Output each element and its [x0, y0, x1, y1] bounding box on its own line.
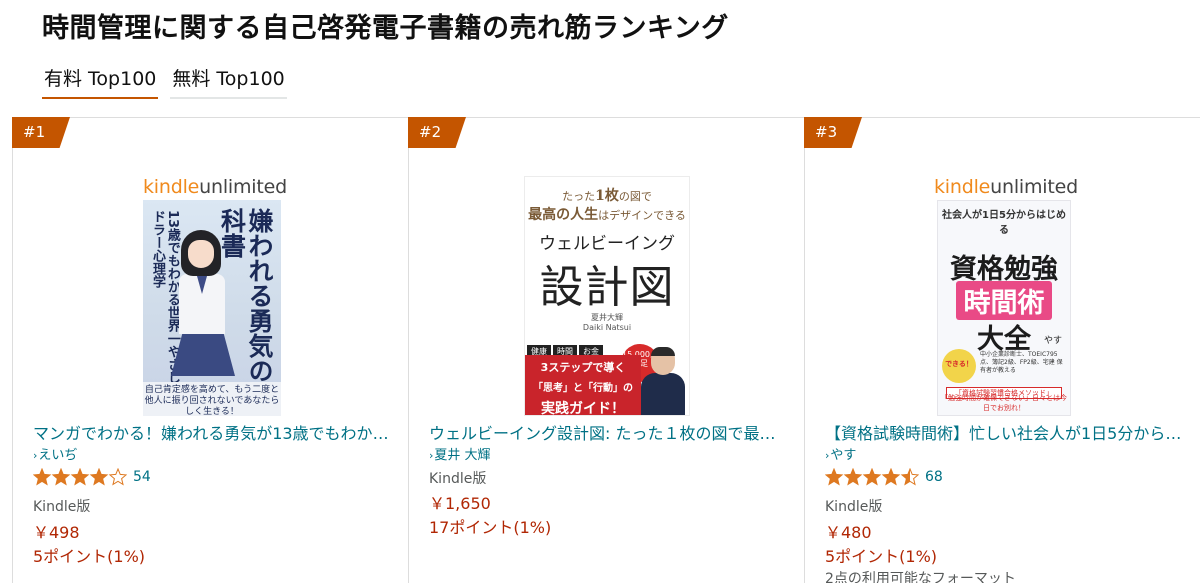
ranking-card: #2 たった1枚の図で 最高の人生はデザインできる ウェルビーイング 設計図 夏… [408, 117, 805, 583]
ranking-card: #3 kindleunlimited 社会人が1日5分からはじめる 資格勉強 時… [804, 117, 1200, 583]
format-label: Kindle版 [825, 499, 883, 515]
format-label: Kindle版 [33, 499, 91, 515]
star-icon [843, 468, 863, 486]
product-title-link[interactable]: マンガでわかる！嫌われる勇気が13歳でもわかる世界一やさしいアドラー心理学 [33, 420, 393, 444]
rank-badge: #3 [804, 117, 862, 148]
cover-band: 自己肯定感を高めて、もう二度と他人に振り回されないであなたらしく生きる！ [143, 382, 281, 416]
cover-badge: できる！ [942, 349, 976, 383]
points: 5ポイント(1%) [33, 547, 146, 566]
available-formats-link[interactable]: 2点の利用可能なフォーマット [825, 568, 1016, 583]
book-cover: 13歳でもわかる世界一やさしいアドラー心理学 嫌われる勇気の教科書 自己肯定感を… [143, 200, 281, 416]
ranking-tabs: 有料 Top100 無料 Top100 [42, 62, 287, 99]
points: 17ポイント(1%) [429, 518, 552, 537]
product-title-link[interactable]: 【資格試験時間術】忙しい社会人が1日5分からはじめる資格勉強時間術大全 [825, 420, 1185, 444]
star-rating[interactable]: 68 [825, 468, 943, 486]
star-icon [825, 468, 844, 486]
book-cover: 社会人が1日5分からはじめる 資格勉強 時間術 大全 やす できる！ 中小企業診… [937, 200, 1071, 416]
cover-author: 夏井大輝 Daiki Natsui [582, 313, 632, 332]
chevron-right-icon: › [33, 449, 38, 462]
format-label: Kindle版 [429, 471, 487, 487]
kindle-unlimited-logo: kindleunlimited [143, 176, 287, 198]
tab-paid-top100[interactable]: 有料 Top100 [42, 62, 159, 99]
cover-bottom-line: 「勉強時間が確保できない」日々とは今日でお別れ！ [941, 394, 1067, 412]
cover-tagline: たった1枚の図で 最高の人生はデザインできる [528, 188, 686, 223]
cover-title: 設計図 [539, 262, 675, 313]
chevron-right-icon: › [825, 449, 830, 462]
ranking-card: #1 kindleunlimited 13歳でもわかる世界一やさしいアドラー心理… [12, 117, 409, 583]
cover-credentials: 中小企業診断士、TOEIC795点、簿記2級、FP2級、宅建 保有者が教える [980, 351, 1063, 374]
author-link[interactable]: ›やす [825, 444, 856, 463]
kindle-unlimited-logo: kindleunlimited [934, 176, 1078, 198]
price: ￥1,650 [429, 494, 491, 513]
star-icon [70, 468, 90, 486]
stars-icon [825, 468, 919, 486]
points: 5ポイント(1%) [825, 547, 938, 566]
star-icon [900, 468, 919, 486]
cover-red-panel: 3ステップで導く 「思考」と「行動」の 実践ガイド！ [525, 355, 641, 415]
star-icon [51, 468, 71, 486]
product-image-link[interactable]: たった1枚の図で 最高の人生はデザインできる ウェルビーイング 設計図 夏井大輝… [409, 176, 804, 416]
product-title-link[interactable]: ウェルビーイング設計図: たった１枚の図で最高の人生はデザインできる [429, 420, 789, 444]
star-rating[interactable]: 54 [33, 468, 151, 486]
book-cover: たった1枚の図で 最高の人生はデザインできる ウェルビーイング 設計図 夏井大輝… [524, 176, 690, 416]
cover-author: やす [1043, 336, 1062, 346]
product-image-link[interactable]: kindleunlimited 社会人が1日5分からはじめる 資格勉強 時間術 … [805, 176, 1200, 416]
rating-count-link[interactable]: 68 [925, 469, 943, 485]
star-icon [862, 468, 882, 486]
star-icon [108, 468, 127, 486]
rank-badge: #2 [408, 117, 466, 148]
star-icon [881, 468, 901, 486]
rank-badge: #1 [12, 117, 70, 148]
price: ￥480 [825, 523, 872, 542]
ranking-grid: #1 kindleunlimited 13歳でもわかる世界一やさしいアドラー心理… [12, 117, 1200, 583]
author-link[interactable]: ›夏井 大輝 [429, 444, 491, 463]
chevron-right-icon: › [429, 449, 434, 462]
author-link[interactable]: ›えいぢ [33, 444, 77, 463]
star-icon [33, 468, 52, 486]
product-image-link[interactable]: kindleunlimited 13歳でもわかる世界一やさしいアドラー心理学 嫌… [13, 176, 408, 416]
author-photo [641, 347, 685, 415]
cover-title-line2: 時間術 [956, 281, 1052, 320]
stars-icon [33, 468, 127, 486]
cover-tagline: 社会人が1日5分からはじめる [942, 210, 1066, 236]
price: ￥498 [33, 523, 80, 542]
tab-free-top100[interactable]: 無料 Top100 [170, 62, 287, 99]
page-title: 時間管理に関する自己啓発電子書籍の売れ筋ランキング [42, 13, 729, 44]
rating-count-link[interactable]: 54 [133, 469, 151, 485]
star-icon [89, 468, 109, 486]
